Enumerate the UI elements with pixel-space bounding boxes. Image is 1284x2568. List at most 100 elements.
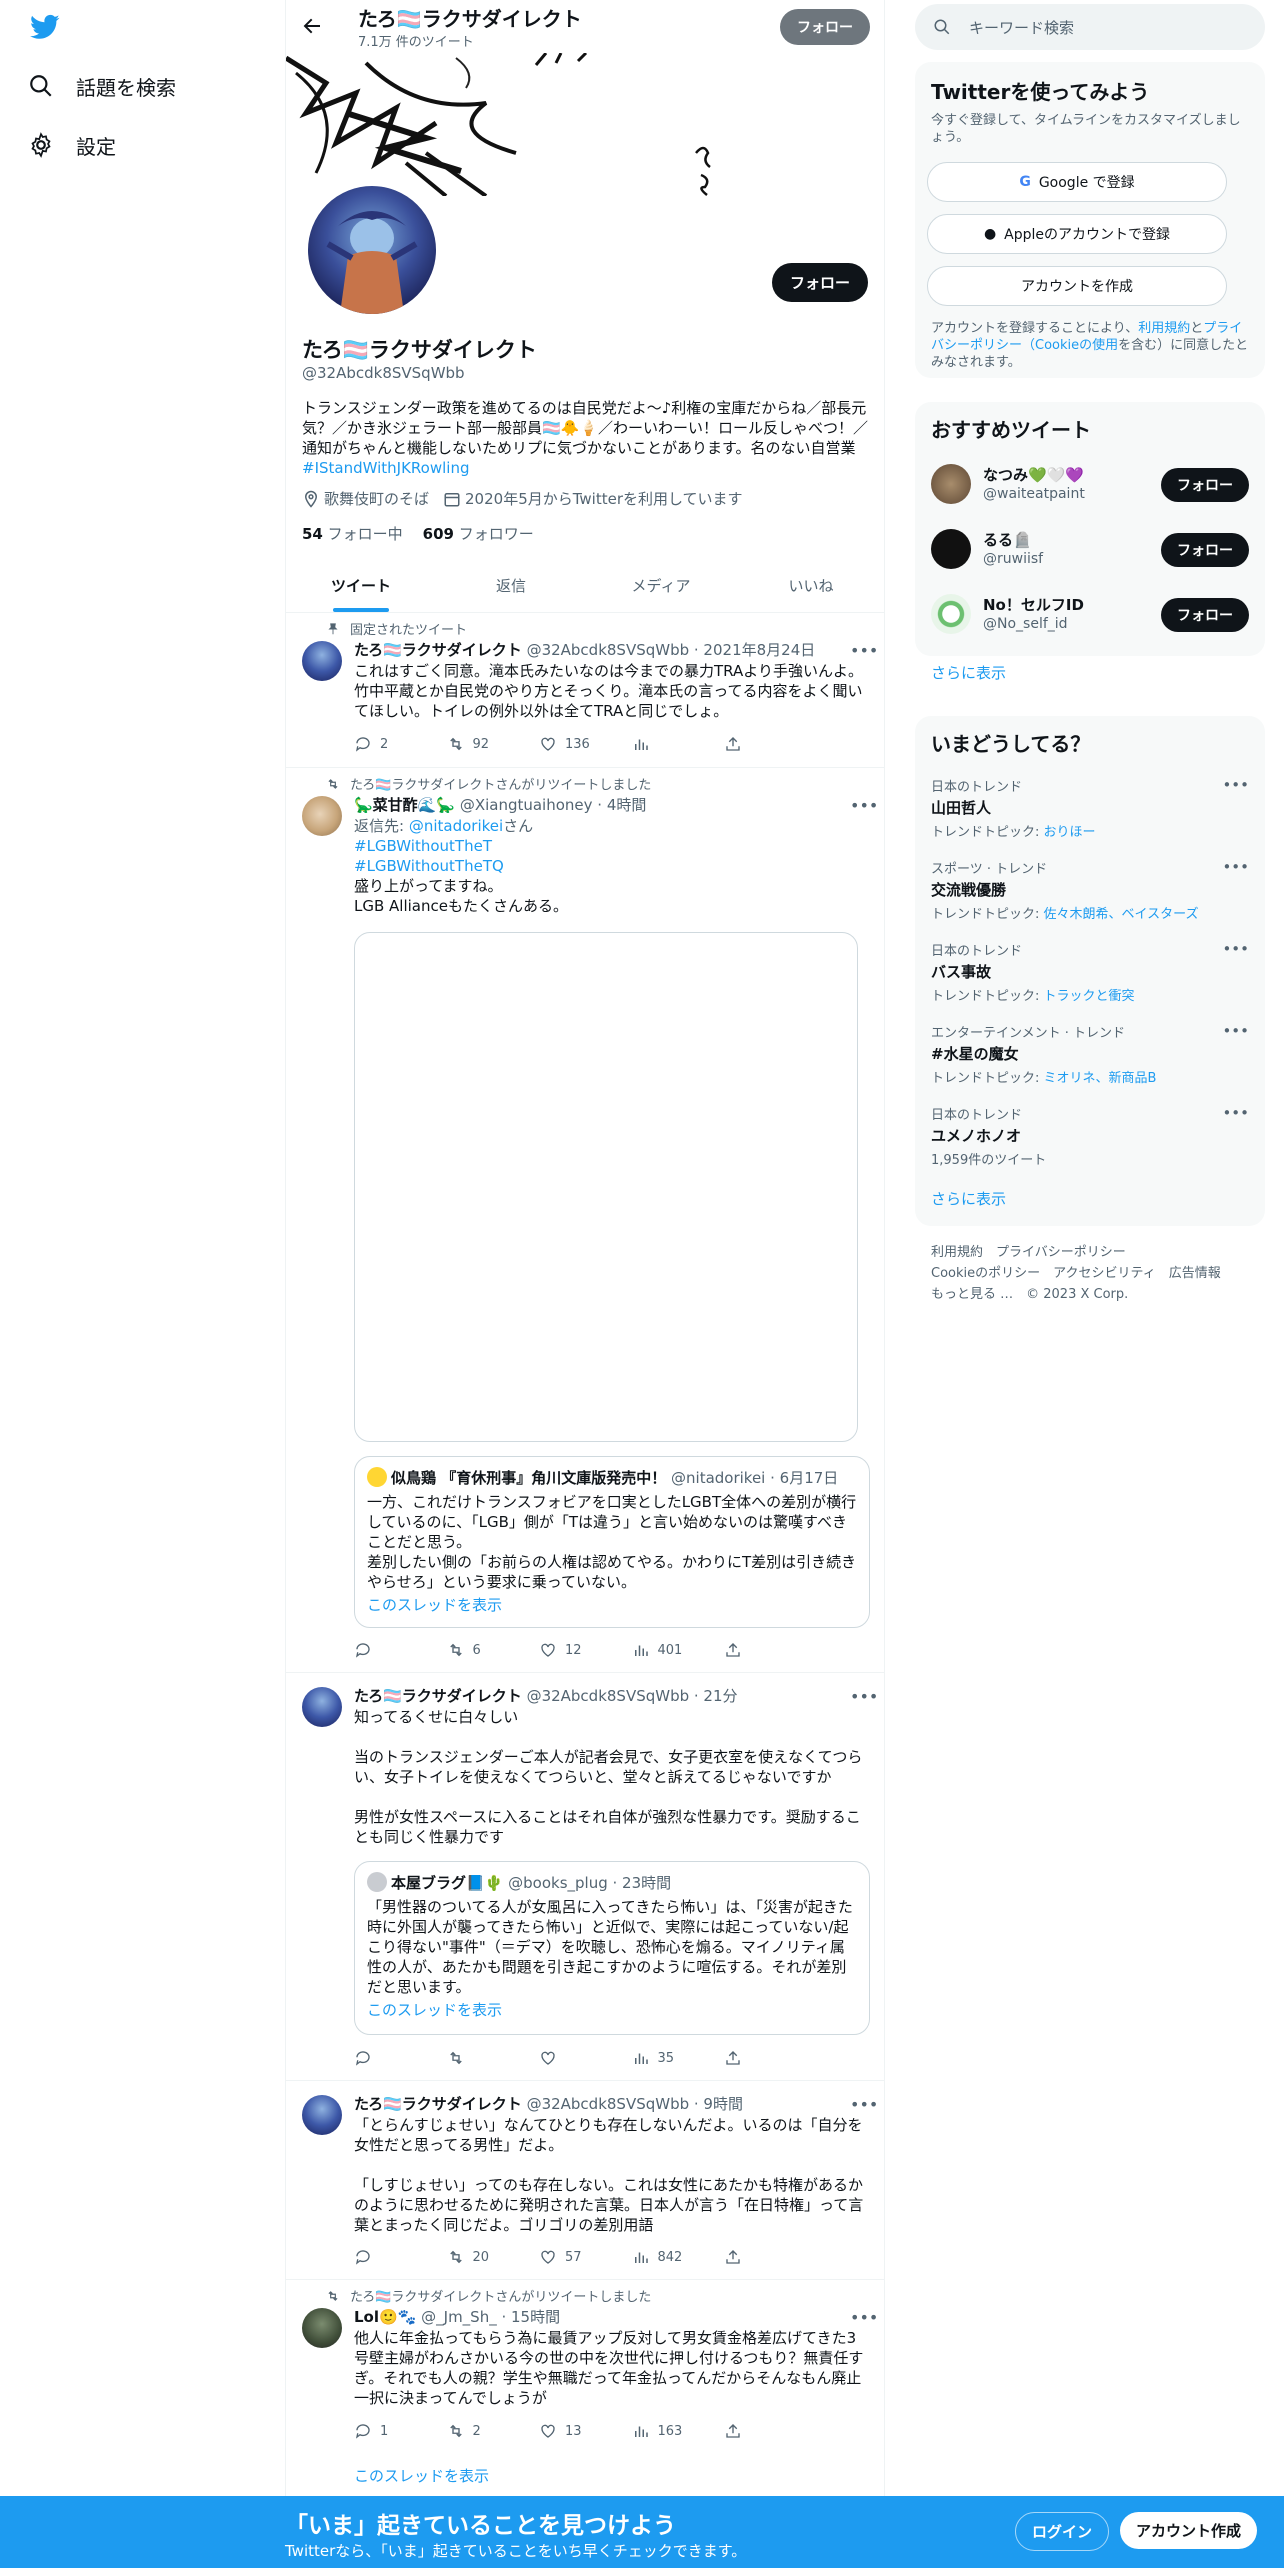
share-button[interactable] (724, 2049, 784, 2067)
tweet-author[interactable]: たろ🏳️‍⚧️ラクサダイレクト (354, 2095, 522, 2113)
terms-link[interactable]: 利用規約 (1138, 321, 1190, 336)
recommend-more-link[interactable]: さらに表示 (931, 662, 1006, 683)
reply-button[interactable] (354, 1641, 414, 1659)
tweet-retweet-1[interactable]: たろ🏳️‍⚧️ラクサダイレクトさんがリツイートしました 🦕菜甘酢🌊🦕 @Xian… (286, 768, 884, 1673)
more-icon[interactable]: ••• (1222, 940, 1249, 958)
recommend-follow-button[interactable]: フォロー (1161, 533, 1249, 567)
tweet-media[interactable] (354, 932, 858, 1442)
trends-more-link[interactable]: さらに表示 (931, 1188, 1006, 1209)
recommend-follow-button[interactable]: フォロー (1161, 468, 1249, 502)
trend-item[interactable]: 日本のトレンド 山田哲人 トレンドトピック: おりほー ••• (931, 776, 1249, 840)
reply-button[interactable]: 1 (354, 2422, 414, 2440)
back-arrow-icon[interactable] (300, 14, 324, 38)
like-button[interactable]: 57 (539, 2248, 599, 2266)
more-icon[interactable]: ••• (1222, 1022, 1249, 1040)
tweet-author[interactable]: たろ🏳️‍⚧️ラクサダイレクト (354, 641, 522, 659)
show-thread-link[interactable]: このスレッドを表示 (367, 1999, 857, 2020)
more-icon[interactable]: ••• (1222, 858, 1249, 876)
footer-line-2[interactable]: Cookieのポリシー アクセシビリティ 広告情報 (931, 1263, 1251, 1284)
hashtag-link[interactable]: #LGBWithoutTheTQ (354, 856, 870, 876)
more-icon[interactable]: ••• (850, 1687, 878, 1707)
more-icon[interactable]: ••• (1222, 776, 1249, 794)
avatar[interactable] (302, 641, 342, 681)
tab-likes[interactable]: いいね (736, 560, 884, 612)
tweet-pinned[interactable]: 固定されたツイート たろ🏳️‍⚧️ラクサダイレクト @32Abcdk8SVSqW… (286, 613, 884, 768)
google-signup-button[interactable]: G Google で登録 (927, 162, 1227, 202)
views-button[interactable]: 35 (632, 2049, 692, 2067)
tweet-author[interactable]: Lol🙂🐾 (354, 2308, 416, 2326)
trend-item[interactable]: 日本のトレンド ユメノホノオ 1,959件のツイート ••• (931, 1104, 1249, 1168)
apple-signup-button[interactable]: ● Appleのアカウントで登録 (927, 214, 1227, 254)
following-link[interactable]: 54 フォロー中 (302, 523, 403, 544)
nav-settings[interactable]: 設定 (28, 125, 116, 165)
share-button[interactable] (724, 735, 784, 753)
profile-avatar[interactable] (304, 182, 440, 318)
views-button[interactable]: 842 (632, 2248, 692, 2266)
hashtag-link[interactable]: #LGBWithoutTheT (354, 836, 870, 856)
views-button[interactable]: 163 (632, 2422, 692, 2440)
views-button[interactable]: 401 (632, 1641, 692, 1659)
show-thread-link[interactable]: このスレッドを表示 (354, 2466, 870, 2486)
tweet-meta[interactable]: @_Jm_Sh_ · 15時間 (421, 2308, 560, 2326)
trend-item[interactable]: エンターテインメント · トレンド #水星の魔女 トレンドトピック: ミオリネ、… (931, 1022, 1249, 1086)
tweet-4[interactable]: たろ🏳️‍⚧️ラクサダイレクト @32Abcdk8SVSqWbb · 9時間 •… (286, 2081, 884, 2280)
like-button[interactable] (539, 2049, 599, 2067)
avatar[interactable] (302, 1687, 342, 1727)
search-input[interactable]: キーワード検索 (915, 4, 1265, 50)
more-icon[interactable]: ••• (1222, 1104, 1249, 1122)
tweet-meta[interactable]: @32Abcdk8SVSqWbb · 21分 (527, 1687, 738, 1705)
recommend-user[interactable]: No！セルフID @No_self_id フォロー (931, 590, 1249, 638)
tweet-meta[interactable]: @Xiangtuaihoney · 4時間 (460, 796, 647, 814)
share-button[interactable] (724, 2422, 784, 2440)
tab-tweets[interactable]: ツイート (286, 560, 436, 612)
reply-button[interactable] (354, 2049, 414, 2067)
tweet-retweet-2[interactable]: たろ🏳️‍⚧️ラクサダイレクトさんがリツイートしました Lol🙂🐾 @_Jm_S… (286, 2280, 884, 2496)
quoted-tweet[interactable]: 本屋ブラグ📘🌵 @books_plug · 23時間 「男性器のついてる人が女風… (354, 1861, 870, 2035)
like-button[interactable]: 13 (539, 2422, 599, 2440)
twitter-logo-icon[interactable] (28, 12, 62, 42)
share-button[interactable] (724, 1641, 784, 1659)
show-thread-link[interactable]: このスレッドを表示 (367, 1594, 857, 1615)
reply-button[interactable]: 2 (354, 735, 414, 753)
retweet-button[interactable]: 2 (447, 2422, 507, 2440)
footer-line-1[interactable]: 利用規約 プライバシーポリシー (931, 1242, 1251, 1263)
tweet-3[interactable]: たろ🏳️‍⚧️ラクサダイレクト @32Abcdk8SVSqWbb · 21分 •… (286, 1673, 884, 2081)
header-follow-button[interactable]: フォロー (780, 9, 870, 45)
trend-item[interactable]: 日本のトレンド バス事故 トレンドトピック: トラックと衝突 ••• (931, 940, 1249, 1004)
tab-replies[interactable]: 返信 (436, 560, 586, 612)
avatar[interactable] (302, 796, 342, 836)
followers-link[interactable]: 609 フォロワー (423, 523, 534, 544)
reply-button[interactable] (354, 2248, 414, 2266)
more-icon[interactable]: ••• (850, 641, 878, 661)
more-icon[interactable]: ••• (850, 796, 878, 816)
retweet-button[interactable]: 92 (447, 735, 507, 753)
footer-line-3[interactable]: もっと見る … © 2023 X Corp. (931, 1284, 1251, 1305)
tweet-author[interactable]: 🦕菜甘酢🌊🦕 (354, 796, 455, 814)
profile-follow-button[interactable]: フォロー (771, 263, 868, 302)
bio-hashtag-link[interactable]: #IStandWithJKRowling (302, 459, 470, 477)
tweet-author[interactable]: たろ🏳️‍⚧️ラクサダイレクト (354, 1687, 522, 1705)
share-button[interactable] (724, 2248, 784, 2266)
tweet-meta[interactable]: @32Abcdk8SVSqWbb · 9時間 (527, 2095, 743, 2113)
avatar[interactable] (302, 2095, 342, 2135)
nav-explore[interactable]: 話題を検索 (28, 66, 176, 106)
signup-button[interactable]: アカウント作成 (1120, 2512, 1258, 2549)
recommend-user[interactable]: なつみ💚🤍💜 @waiteatpaint フォロー (931, 460, 1249, 508)
tab-media[interactable]: メディア (586, 560, 736, 612)
more-icon[interactable]: ••• (850, 2308, 878, 2328)
avatar[interactable] (302, 2308, 342, 2348)
recommend-user[interactable]: るる🪦 @ruwiisf フォロー (931, 525, 1249, 573)
retweet-button[interactable]: 6 (447, 1641, 507, 1659)
reply-to-link[interactable]: @nitadorikei (409, 817, 503, 835)
quoted-tweet[interactable]: 似鳥鶏 『育休刑事』角川文庫版発売中！ @nitadorikei · 6月17日… (354, 1456, 870, 1628)
recommend-follow-button[interactable]: フォロー (1161, 598, 1249, 632)
trend-item[interactable]: スポーツ · トレンド 交流戦優勝 トレンドトピック: 佐々木朗希、ベイスターズ… (931, 858, 1249, 922)
create-account-button[interactable]: アカウントを作成 (927, 266, 1227, 306)
like-button[interactable]: 136 (539, 735, 599, 753)
login-button[interactable]: ログイン (1015, 2512, 1110, 2551)
retweet-button[interactable]: 20 (447, 2248, 507, 2266)
like-button[interactable]: 12 (539, 1641, 599, 1659)
profile-banner[interactable] (286, 53, 884, 196)
tweet-meta[interactable]: @32Abcdk8SVSqWbb · 2021年8月24日 (527, 641, 816, 659)
views-button[interactable] (632, 735, 692, 753)
